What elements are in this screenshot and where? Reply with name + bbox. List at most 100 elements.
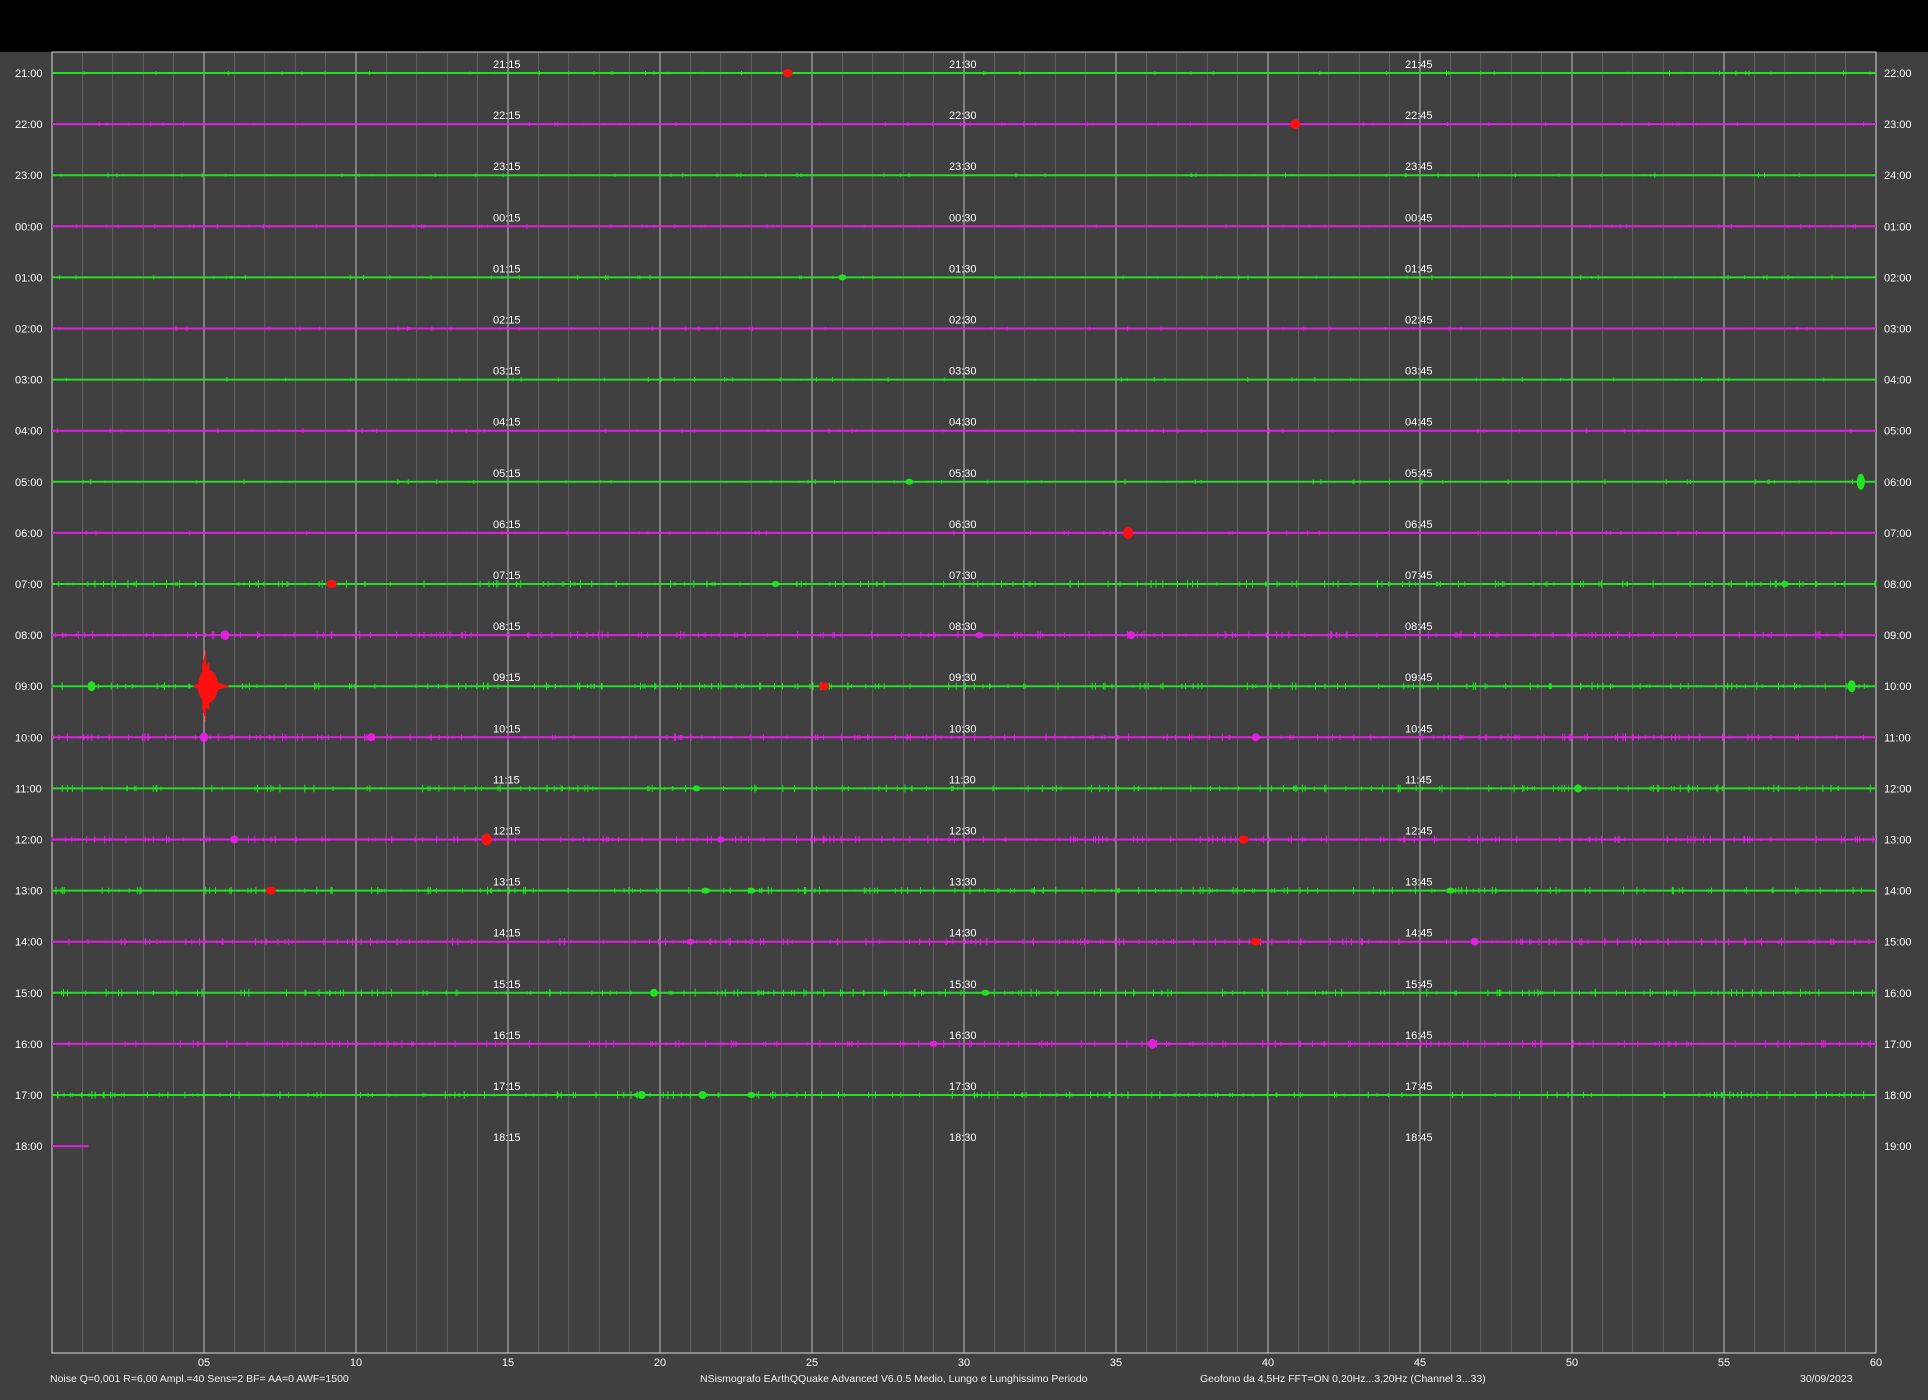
- row-label-left: 08:00: [15, 630, 43, 642]
- quarter-hour-label: 09:15: [493, 672, 521, 684]
- quarter-hour-label: 02:30: [949, 315, 977, 327]
- row-label-left: 18:00: [15, 1141, 43, 1153]
- event-marker: [686, 938, 695, 945]
- quarter-hour-label: 06:30: [949, 519, 977, 531]
- row-labels: 21:00 22:00 21:15 21:30 21:45 22:00 23:00 22:15…: [15, 59, 1912, 1153]
- event-marker: [771, 581, 780, 587]
- event-marker: [1856, 473, 1865, 490]
- row-label-left: 16:00: [15, 1039, 43, 1051]
- event-marker: [929, 1040, 938, 1047]
- quarter-hour-label: 02:45: [1405, 315, 1433, 327]
- quarter-hour-label: 15:45: [1405, 979, 1433, 991]
- quarter-hour-label: 07:45: [1405, 570, 1433, 582]
- row-label-left: 23:00: [15, 170, 43, 182]
- footer-software-text: NSismografo EArthQQuake Advanced V6.0.5 …: [700, 1373, 1088, 1385]
- row-label-right: 04:00: [1884, 375, 1912, 387]
- x-tick-label: 45: [1414, 1357, 1426, 1369]
- row-label-right: 23:00: [1884, 119, 1912, 131]
- quarter-hour-label: 08:45: [1405, 621, 1433, 633]
- event-marker: [649, 988, 658, 997]
- x-axis-ticks: 05 10 15 20 25 30 35 40 45 50 55 60: [198, 1357, 1882, 1369]
- quarter-hour-label: 10:45: [1405, 723, 1433, 735]
- event-marker: [265, 886, 276, 895]
- event-marker: [981, 989, 990, 996]
- quarter-hour-label: 15:15: [493, 979, 521, 991]
- event-marker: [747, 887, 756, 894]
- event-marker: [1574, 784, 1583, 793]
- quarter-hour-label: 05:15: [493, 468, 521, 480]
- event-marker: [692, 785, 701, 792]
- row-label-left: 01:00: [15, 272, 43, 284]
- event-marker: [1251, 733, 1260, 742]
- footer-sensor-text: Geofono da 4,5Hz FFT=ON 0,20Hz...3,20Hz …: [1200, 1373, 1486, 1385]
- row-label-right: 07:00: [1884, 528, 1912, 540]
- event-marker: [716, 836, 725, 843]
- event-burst-core: [198, 669, 218, 703]
- quarter-hour-label: 04:30: [949, 417, 977, 429]
- x-tick-label: 15: [502, 1357, 514, 1369]
- quarter-hour-label: 12:45: [1405, 826, 1433, 838]
- quarter-hour-label: 13:45: [1405, 877, 1433, 889]
- x-tick-label: 60: [1870, 1357, 1882, 1369]
- event-marker: [747, 1092, 756, 1098]
- quarter-hour-label: 10:15: [493, 723, 521, 735]
- row-label-right: 19:00: [1884, 1141, 1912, 1153]
- quarter-hour-label: 08:30: [949, 621, 977, 633]
- row-label-right: 03:00: [1884, 324, 1912, 336]
- quarter-hour-label: 23:30: [949, 161, 977, 173]
- quarter-hour-label: 13:30: [949, 877, 977, 889]
- row-label-right: 22:00: [1884, 68, 1912, 80]
- row-label-right: 06:00: [1884, 477, 1912, 489]
- event-marker: [698, 1091, 707, 1099]
- event-marker: [1780, 581, 1789, 587]
- row-label-left: 12:00: [15, 835, 43, 847]
- quarter-hour-label: 02:15: [493, 315, 521, 327]
- grid-lines: [51, 51, 1877, 1354]
- row-label-left: 06:00: [15, 528, 43, 540]
- quarter-hour-label: 16:45: [1405, 1030, 1433, 1042]
- quarter-hour-label: 04:15: [493, 417, 521, 429]
- footer-date-text: 30/09/2023: [1800, 1373, 1853, 1385]
- seismogram-chart: 21:00 22:00 21:15 21:30 21:45 22:00 23:00 22:15…: [15, 51, 1912, 1385]
- row-label-left: 05:00: [15, 477, 43, 489]
- row-label-right: 11:00: [1884, 732, 1911, 744]
- quarter-hour-label: 14:45: [1405, 928, 1433, 940]
- quarter-hour-label: 01:30: [949, 263, 977, 275]
- footer: Noise Q=0,001 R=6,00 Ampl.=40 Sens=2 BF=…: [50, 1373, 1853, 1385]
- row-label-left: 09:00: [15, 681, 43, 693]
- quarter-hour-label: 05:30: [949, 468, 977, 480]
- x-tick-label: 30: [958, 1357, 970, 1369]
- quarter-hour-label: 11:45: [1405, 774, 1432, 786]
- row-label-left: 04:00: [15, 426, 43, 438]
- row-label-right: 01:00: [1884, 221, 1912, 233]
- event-marker: [230, 835, 239, 844]
- quarter-hour-label: 06:45: [1405, 519, 1433, 531]
- row-label-right: 13:00: [1884, 835, 1912, 847]
- row-label-left: 03:00: [15, 375, 43, 387]
- quarter-hour-label: 17:15: [493, 1081, 521, 1093]
- quarter-hour-label: 00:30: [949, 212, 977, 224]
- event-marker: [1470, 937, 1479, 946]
- quarter-hour-label: 13:15: [493, 877, 521, 889]
- footer-settings-text: Noise Q=0,001 R=6,00 Ampl.=40 Sens=2 BF=…: [50, 1373, 349, 1385]
- row-label-right: 02:00: [1884, 272, 1912, 284]
- quarter-hour-label: 16:15: [493, 1030, 521, 1042]
- quarter-hour-label: 22:15: [493, 110, 521, 122]
- event-marker: [838, 274, 847, 281]
- row-label-right: 09:00: [1884, 630, 1912, 642]
- x-tick-label: 50: [1566, 1357, 1578, 1369]
- row-label-right: 12:00: [1884, 783, 1912, 795]
- quarter-hour-label: 03:45: [1405, 366, 1433, 378]
- row-label-right: 10:00: [1884, 681, 1912, 693]
- row-label-right: 15:00: [1884, 937, 1912, 949]
- row-label-right: 05:00: [1884, 426, 1912, 438]
- quarter-hour-label: 12:30: [949, 826, 977, 838]
- quarter-hour-label: 15:30: [949, 979, 977, 991]
- quarter-hour-label: 22:45: [1405, 110, 1433, 122]
- event-marker: [1446, 887, 1455, 894]
- quarter-hour-label: 03:30: [949, 366, 977, 378]
- row-label-left: 22:00: [15, 119, 43, 131]
- row-label-left: 17:00: [15, 1090, 43, 1102]
- event-marker: [200, 732, 208, 743]
- quarter-hour-label: 10:30: [949, 723, 977, 735]
